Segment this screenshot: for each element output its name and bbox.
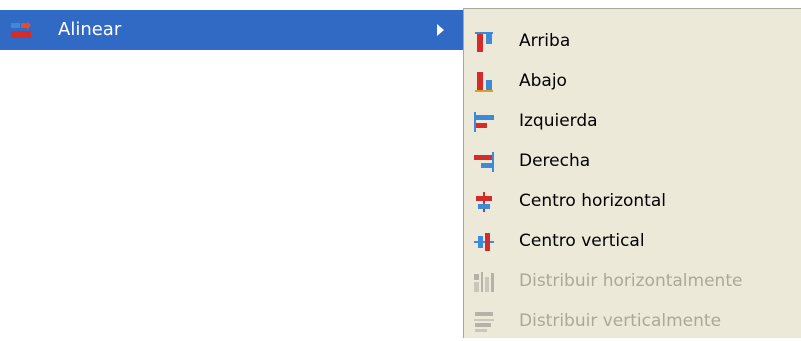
menu-item-label: Alinear <box>58 19 122 40</box>
distribute-horizontal-icon <box>473 271 495 293</box>
menu-item-label: Centro vertical <box>519 231 645 251</box>
menu-item-label: Centro horizontal <box>519 191 666 211</box>
align-top-icon <box>473 31 495 53</box>
distribute-vertical-icon <box>473 311 495 333</box>
menu-item-label: Distribuir horizontalmente <box>519 271 743 291</box>
menu-item-distribuir-verticalmente[interactable]: Distribuir verticalmente <box>464 301 801 341</box>
align-center-horizontal-icon <box>473 191 495 213</box>
align-bottom-icon <box>473 71 495 93</box>
menu-item-distribuir-horizontalmente[interactable]: Distribuir horizontalmente <box>464 261 801 301</box>
submenu-arrow-icon <box>437 24 444 36</box>
menu-item-label: Derecha <box>519 151 591 171</box>
align-left-icon <box>473 111 495 133</box>
menu-item-label: Izquierda <box>519 111 598 131</box>
menu-item-label: Abajo <box>519 71 567 91</box>
menu-item-centro-vertical[interactable]: Centro vertical <box>464 221 801 261</box>
menu-item-derecha[interactable]: Derecha <box>464 141 801 181</box>
align-center-vertical-icon <box>473 231 495 253</box>
menu-item-abajo[interactable]: Abajo <box>464 61 801 101</box>
align-submenu: Arriba Abajo Izquierda Derecha Centro ho… <box>463 8 801 338</box>
menu-item-label: Distribuir verticalmente <box>519 311 722 331</box>
menu-item-centro-horizontal[interactable]: Centro horizontal <box>464 181 801 221</box>
menu-item-label: Arriba <box>519 31 571 51</box>
menu-item-arriba[interactable]: Arriba <box>464 21 801 61</box>
menu-item-alinear[interactable]: Alinear <box>0 10 463 50</box>
align-menu-icon <box>10 21 32 39</box>
menu-item-izquierda[interactable]: Izquierda <box>464 101 801 141</box>
align-right-icon <box>473 151 495 173</box>
